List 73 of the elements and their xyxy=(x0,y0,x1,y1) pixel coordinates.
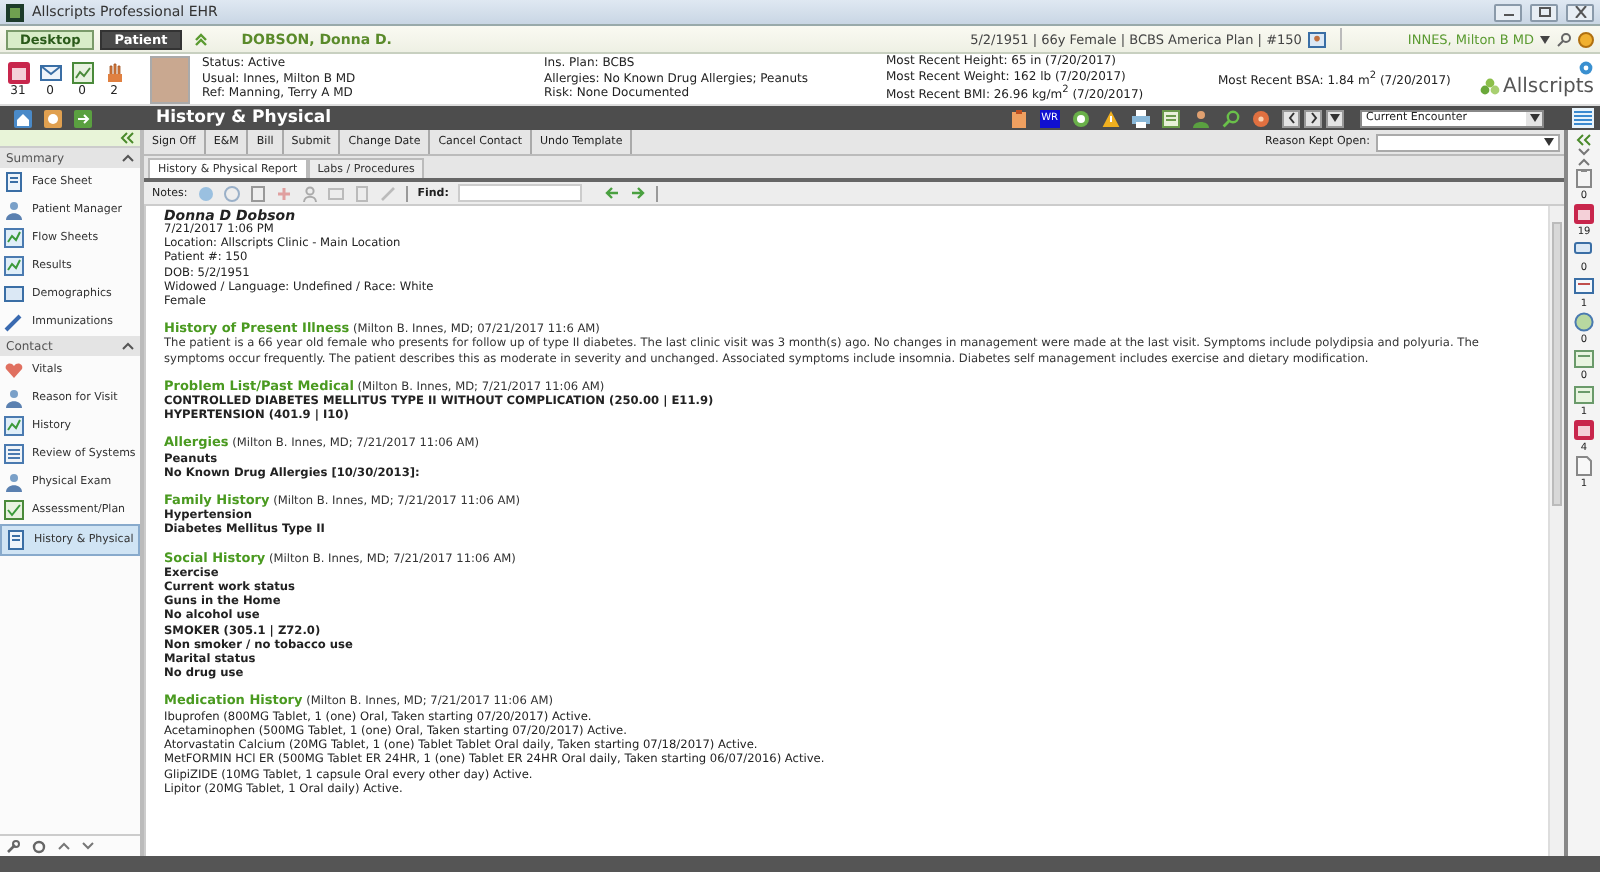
scrollbar[interactable] xyxy=(1548,206,1564,856)
card-icon xyxy=(4,284,24,304)
calendar-icon[interactable] xyxy=(7,61,29,83)
clipboard-icon[interactable] xyxy=(1574,168,1594,188)
globe-icon[interactable] xyxy=(1574,312,1594,332)
caret-down-icon[interactable] xyxy=(1330,114,1340,122)
close-button[interactable] xyxy=(1566,3,1594,21)
key-icon[interactable] xyxy=(1556,31,1572,47)
collapse-left-icon[interactable] xyxy=(120,132,134,144)
id-card-icon[interactable] xyxy=(1307,31,1326,47)
chart-icon xyxy=(4,256,24,276)
caret-down-icon[interactable] xyxy=(1544,138,1554,146)
caret-down-icon[interactable] xyxy=(1540,35,1550,43)
person-icon xyxy=(4,472,24,492)
disc-icon[interactable] xyxy=(1252,109,1270,127)
patient-photo-placeholder xyxy=(150,55,190,103)
folder-icon[interactable] xyxy=(1574,204,1594,224)
close-icon[interactable] xyxy=(1573,6,1587,18)
clipboard-icon[interactable] xyxy=(1009,109,1028,127)
app-icon xyxy=(6,3,24,21)
warning-icon[interactable] xyxy=(1102,109,1120,127)
gear-icon[interactable] xyxy=(1578,60,1594,76)
chevron-up-icon[interactable] xyxy=(122,342,134,350)
calendar-icon[interactable] xyxy=(1574,348,1594,368)
person-icon xyxy=(4,200,24,220)
chevron-up-icon[interactable] xyxy=(58,842,70,850)
target-icon[interactable] xyxy=(1072,109,1090,127)
house-icon[interactable] xyxy=(14,109,32,127)
caret-down-icon[interactable] xyxy=(1529,114,1539,122)
settings-icon[interactable] xyxy=(32,839,46,853)
next-button[interactable] xyxy=(1304,109,1322,127)
list-icon[interactable] xyxy=(1572,108,1594,128)
double-chevron-up-icon[interactable] xyxy=(193,32,208,46)
person-icon xyxy=(4,388,24,408)
chevron-up-icon[interactable] xyxy=(1578,158,1590,166)
mail-icon[interactable] xyxy=(39,61,61,83)
chart-icon[interactable] xyxy=(71,61,93,83)
flower-logo-icon xyxy=(1479,77,1500,97)
history-dropdown-button[interactable] xyxy=(1326,109,1344,127)
person-icon[interactable] xyxy=(1192,109,1210,127)
heart-icon xyxy=(4,360,24,380)
chart-icon xyxy=(4,416,24,436)
collapse-left-icon[interactable] xyxy=(1576,134,1592,146)
page-icon xyxy=(4,172,24,192)
hand-icon[interactable] xyxy=(103,61,125,83)
wrench-icon[interactable] xyxy=(6,839,20,853)
arrow-left-icon[interactable] xyxy=(604,186,621,200)
help-icon[interactable] xyxy=(1578,31,1594,47)
chevron-down-icon[interactable] xyxy=(82,842,94,850)
find-field[interactable] xyxy=(458,184,583,202)
page-icon xyxy=(6,530,26,550)
previous-button[interactable] xyxy=(1282,109,1300,127)
page-icon[interactable] xyxy=(1574,456,1594,476)
document-icon[interactable] xyxy=(249,185,266,201)
chart-icon xyxy=(4,228,24,248)
card-icon[interactable] xyxy=(1574,276,1594,296)
chevron-right-icon[interactable] xyxy=(1309,112,1317,124)
minimize-button[interactable] xyxy=(1494,3,1522,21)
restore-button[interactable] xyxy=(1530,3,1558,21)
search-icon[interactable] xyxy=(1222,109,1240,127)
alert-icon[interactable] xyxy=(1574,420,1594,440)
chevron-up-icon[interactable] xyxy=(122,154,134,162)
page-title: History & Physical xyxy=(156,108,332,128)
brand-logo: Allscripts xyxy=(1503,76,1594,98)
chevron-left-icon[interactable] xyxy=(1287,112,1295,124)
restore-icon[interactable] xyxy=(1537,6,1551,18)
chevron-down-icon[interactable] xyxy=(1578,148,1590,156)
printer-icon[interactable] xyxy=(1132,109,1150,127)
chat-icon[interactable] xyxy=(1574,240,1594,260)
calendar-icon[interactable] xyxy=(1574,384,1594,404)
check-icon xyxy=(4,500,24,520)
notepad-icon[interactable] xyxy=(1162,109,1180,127)
arrow-right-icon[interactable] xyxy=(74,109,92,127)
